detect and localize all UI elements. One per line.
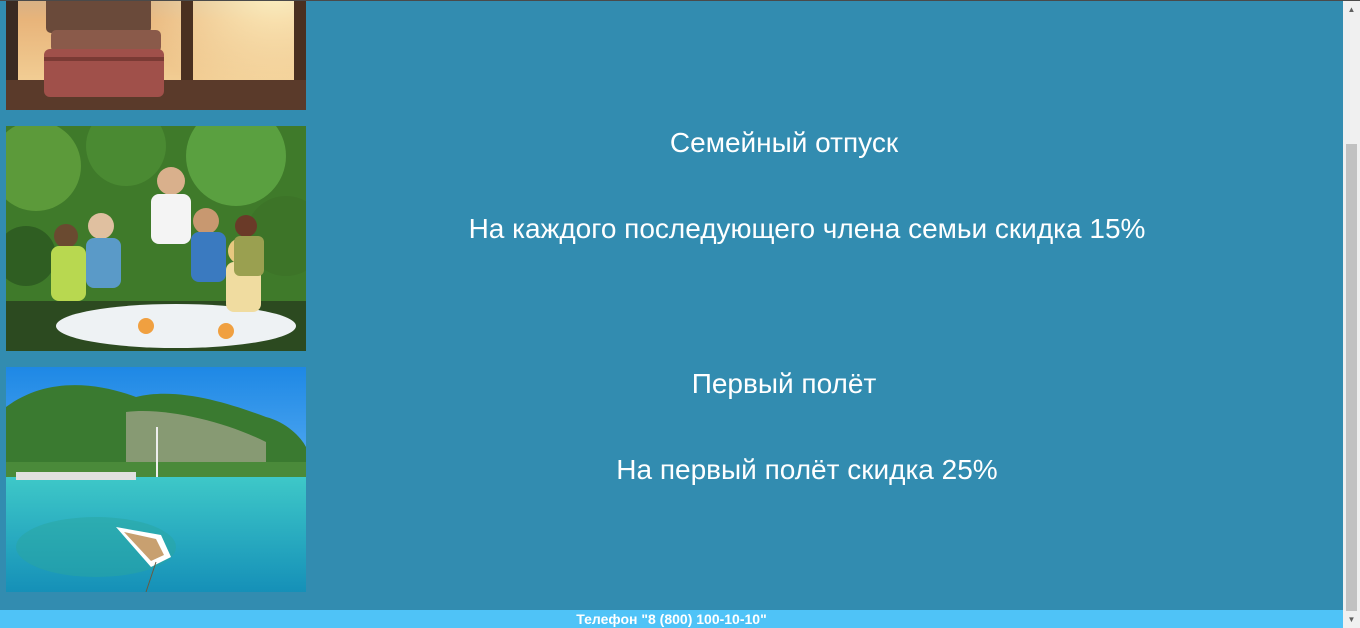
scroll-up-arrow-icon[interactable]: ▲ <box>1343 1 1360 18</box>
island-bay-photo <box>6 367 306 592</box>
offer-title: Семейный отпуск <box>669 127 899 158</box>
vertical-scrollbar[interactable]: ▲ ▼ <box>1343 1 1360 628</box>
offer-suitcases <box>0 0 1343 110</box>
offer-description: На каждого последующего члена семьи скид… <box>468 213 1146 244</box>
offer-first-flight: Первый полёт На первый полёт скидка 25% <box>0 367 1343 592</box>
scrollbar-thumb[interactable] <box>1346 144 1357 611</box>
offer-description: На первый полёт скидка 25% <box>616 454 998 485</box>
page-content: Семейный отпуск На каждого последующего … <box>0 0 1343 628</box>
window-top-border <box>0 0 1360 1</box>
family-dinner-photo <box>6 126 306 351</box>
footer-phone: Телефон "8 (800) 100-10-10" <box>0 610 1343 628</box>
offer-family: Семейный отпуск На каждого последующего … <box>0 126 1343 351</box>
suitcases-photo <box>6 0 306 110</box>
offer-title: Первый полёт <box>691 368 877 399</box>
scroll-down-arrow-icon[interactable]: ▼ <box>1343 611 1360 628</box>
